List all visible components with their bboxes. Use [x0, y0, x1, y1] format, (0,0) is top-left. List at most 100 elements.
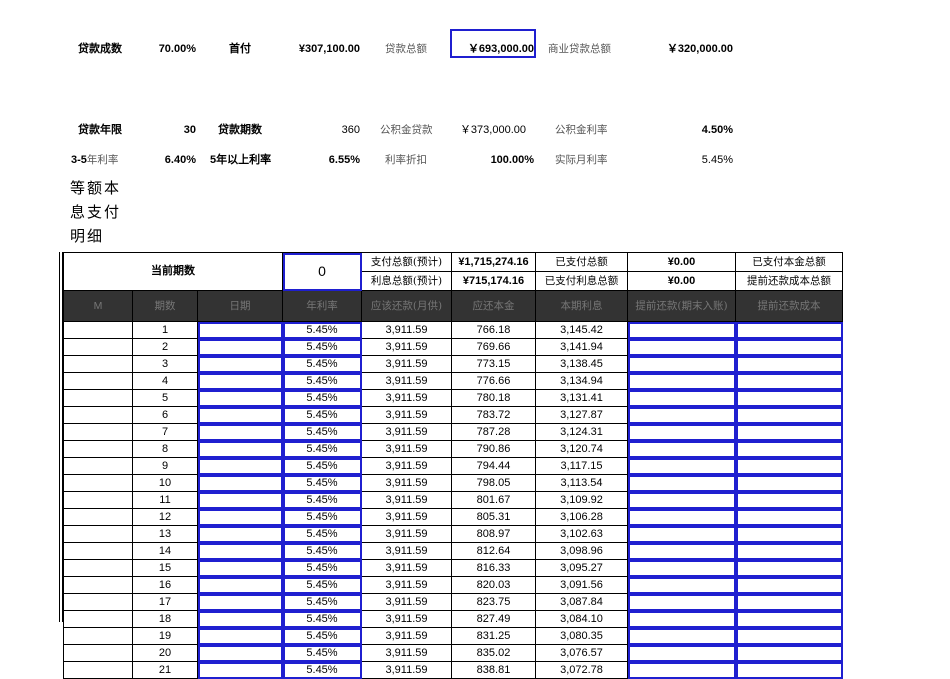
rate-cell[interactable]: 5.45% — [282, 610, 362, 628]
rate-5plus-value[interactable]: 6.55% — [300, 153, 360, 167]
rate-cell[interactable]: 5.45% — [282, 440, 362, 458]
rate-cell[interactable]: 5.45% — [282, 644, 362, 662]
date-cell[interactable] — [197, 321, 283, 339]
prepay-cost-cell[interactable] — [735, 474, 843, 492]
date-cell[interactable] — [197, 457, 283, 475]
rate-cell[interactable]: 5.45% — [282, 423, 362, 441]
rate-cell[interactable]: 5.45% — [282, 508, 362, 526]
prepayment-cell[interactable] — [627, 321, 736, 339]
prepayment-cell[interactable] — [627, 559, 736, 577]
prepay-cost-cell[interactable] — [735, 321, 843, 339]
discount-value[interactable]: 100.00% — [450, 153, 534, 167]
prepay-cost-cell[interactable] — [735, 440, 843, 458]
date-cell[interactable] — [197, 559, 283, 577]
rate-cell[interactable]: 5.45% — [282, 627, 362, 645]
fund-loan-value[interactable]: ￥373,000.00 — [450, 123, 526, 137]
prepay-cost-cell[interactable] — [735, 406, 843, 424]
years-value[interactable]: 30 — [150, 123, 196, 137]
rate-cell[interactable]: 5.45% — [282, 372, 362, 390]
total-interest-value: ¥715,174.16 — [451, 271, 536, 291]
prepay-cost-cell[interactable] — [735, 355, 843, 373]
rate-cell[interactable]: 5.45% — [282, 576, 362, 594]
prepayment-cell[interactable] — [627, 338, 736, 356]
prepay-cost-cell[interactable] — [735, 610, 843, 628]
prepay-cost-cell[interactable] — [735, 372, 843, 390]
prepayment-cell[interactable] — [627, 457, 736, 475]
rate-cell[interactable]: 5.45% — [282, 593, 362, 611]
prepayment-cell[interactable] — [627, 661, 736, 679]
prepayment-cell[interactable] — [627, 627, 736, 645]
prepayment-cell[interactable] — [627, 593, 736, 611]
prepay-cost-cell[interactable] — [735, 508, 843, 526]
fund-rate-value[interactable]: 4.50% — [660, 123, 733, 137]
prepay-cost-cell[interactable] — [735, 457, 843, 475]
prepay-cost-cell[interactable] — [735, 389, 843, 407]
prepay-cost-cell[interactable] — [735, 338, 843, 356]
date-cell[interactable] — [197, 372, 283, 390]
rate-cell[interactable]: 5.45% — [282, 559, 362, 577]
prepayment-cell[interactable] — [627, 355, 736, 373]
rate-3-5-value[interactable]: 6.40% — [140, 153, 196, 167]
prepayment-cell[interactable] — [627, 423, 736, 441]
prepayment-cell[interactable] — [627, 406, 736, 424]
prepay-cost-cell[interactable] — [735, 576, 843, 594]
date-cell[interactable] — [197, 491, 283, 509]
loan-ratio-value[interactable]: 70.00% — [140, 42, 196, 56]
date-cell[interactable] — [197, 440, 283, 458]
date-cell[interactable] — [197, 406, 283, 424]
prepay-cost-cell[interactable] — [735, 423, 843, 441]
periods-value[interactable]: 360 — [300, 123, 360, 137]
date-cell[interactable] — [197, 338, 283, 356]
actual-rate-value[interactable]: 5.45% — [660, 153, 733, 167]
rate-cell[interactable]: 5.45% — [282, 338, 362, 356]
prepay-cost-cell[interactable] — [735, 661, 843, 679]
prepayment-cell[interactable] — [627, 372, 736, 390]
prepay-cost-cell[interactable] — [735, 593, 843, 611]
rate-cell[interactable]: 5.45% — [282, 457, 362, 475]
date-cell[interactable] — [197, 644, 283, 662]
rate-cell[interactable]: 5.45% — [282, 661, 362, 679]
date-cell[interactable] — [197, 508, 283, 526]
date-cell[interactable] — [197, 593, 283, 611]
rate-cell[interactable]: 5.45% — [282, 474, 362, 492]
date-cell[interactable] — [197, 423, 283, 441]
date-cell[interactable] — [197, 576, 283, 594]
rate-cell[interactable]: 5.45% — [282, 406, 362, 424]
prepayment-cell[interactable] — [627, 644, 736, 662]
prepay-cost-cell[interactable] — [735, 542, 843, 560]
rate-cell[interactable]: 5.45% — [282, 491, 362, 509]
prepay-cost-cell[interactable] — [735, 491, 843, 509]
prepayment-cell[interactable] — [627, 389, 736, 407]
prepayment-cell[interactable] — [627, 610, 736, 628]
principal-cell: 816.33 — [451, 559, 536, 577]
rate-cell[interactable]: 5.45% — [282, 355, 362, 373]
prepayment-cell[interactable] — [627, 576, 736, 594]
prepayment-cell[interactable] — [627, 525, 736, 543]
prepayment-cell[interactable] — [627, 491, 736, 509]
prepay-cost-cell[interactable] — [735, 644, 843, 662]
rate-cell[interactable]: 5.45% — [282, 389, 362, 407]
total-loan-value[interactable]: ￥693,000.00 — [450, 42, 534, 56]
rate-cell[interactable]: 5.45% — [282, 542, 362, 560]
prepayment-cell[interactable] — [627, 474, 736, 492]
down-payment-value[interactable]: ¥307,100.00 — [280, 42, 360, 56]
principal-cell: 766.18 — [451, 321, 536, 339]
date-cell[interactable] — [197, 474, 283, 492]
prepayment-cell[interactable] — [627, 440, 736, 458]
prepay-cost-cell[interactable] — [735, 627, 843, 645]
current-period-input[interactable]: 0 — [282, 252, 362, 291]
prepayment-cell[interactable] — [627, 542, 736, 560]
date-cell[interactable] — [197, 355, 283, 373]
date-cell[interactable] — [197, 542, 283, 560]
rate-cell[interactable]: 5.45% — [282, 525, 362, 543]
date-cell[interactable] — [197, 610, 283, 628]
commercial-loan-value[interactable]: ￥320,000.00 — [640, 42, 733, 56]
date-cell[interactable] — [197, 389, 283, 407]
date-cell[interactable] — [197, 661, 283, 679]
rate-cell[interactable]: 5.45% — [282, 321, 362, 339]
prepay-cost-cell[interactable] — [735, 559, 843, 577]
date-cell[interactable] — [197, 525, 283, 543]
date-cell[interactable] — [197, 627, 283, 645]
prepayment-cell[interactable] — [627, 508, 736, 526]
prepay-cost-cell[interactable] — [735, 525, 843, 543]
